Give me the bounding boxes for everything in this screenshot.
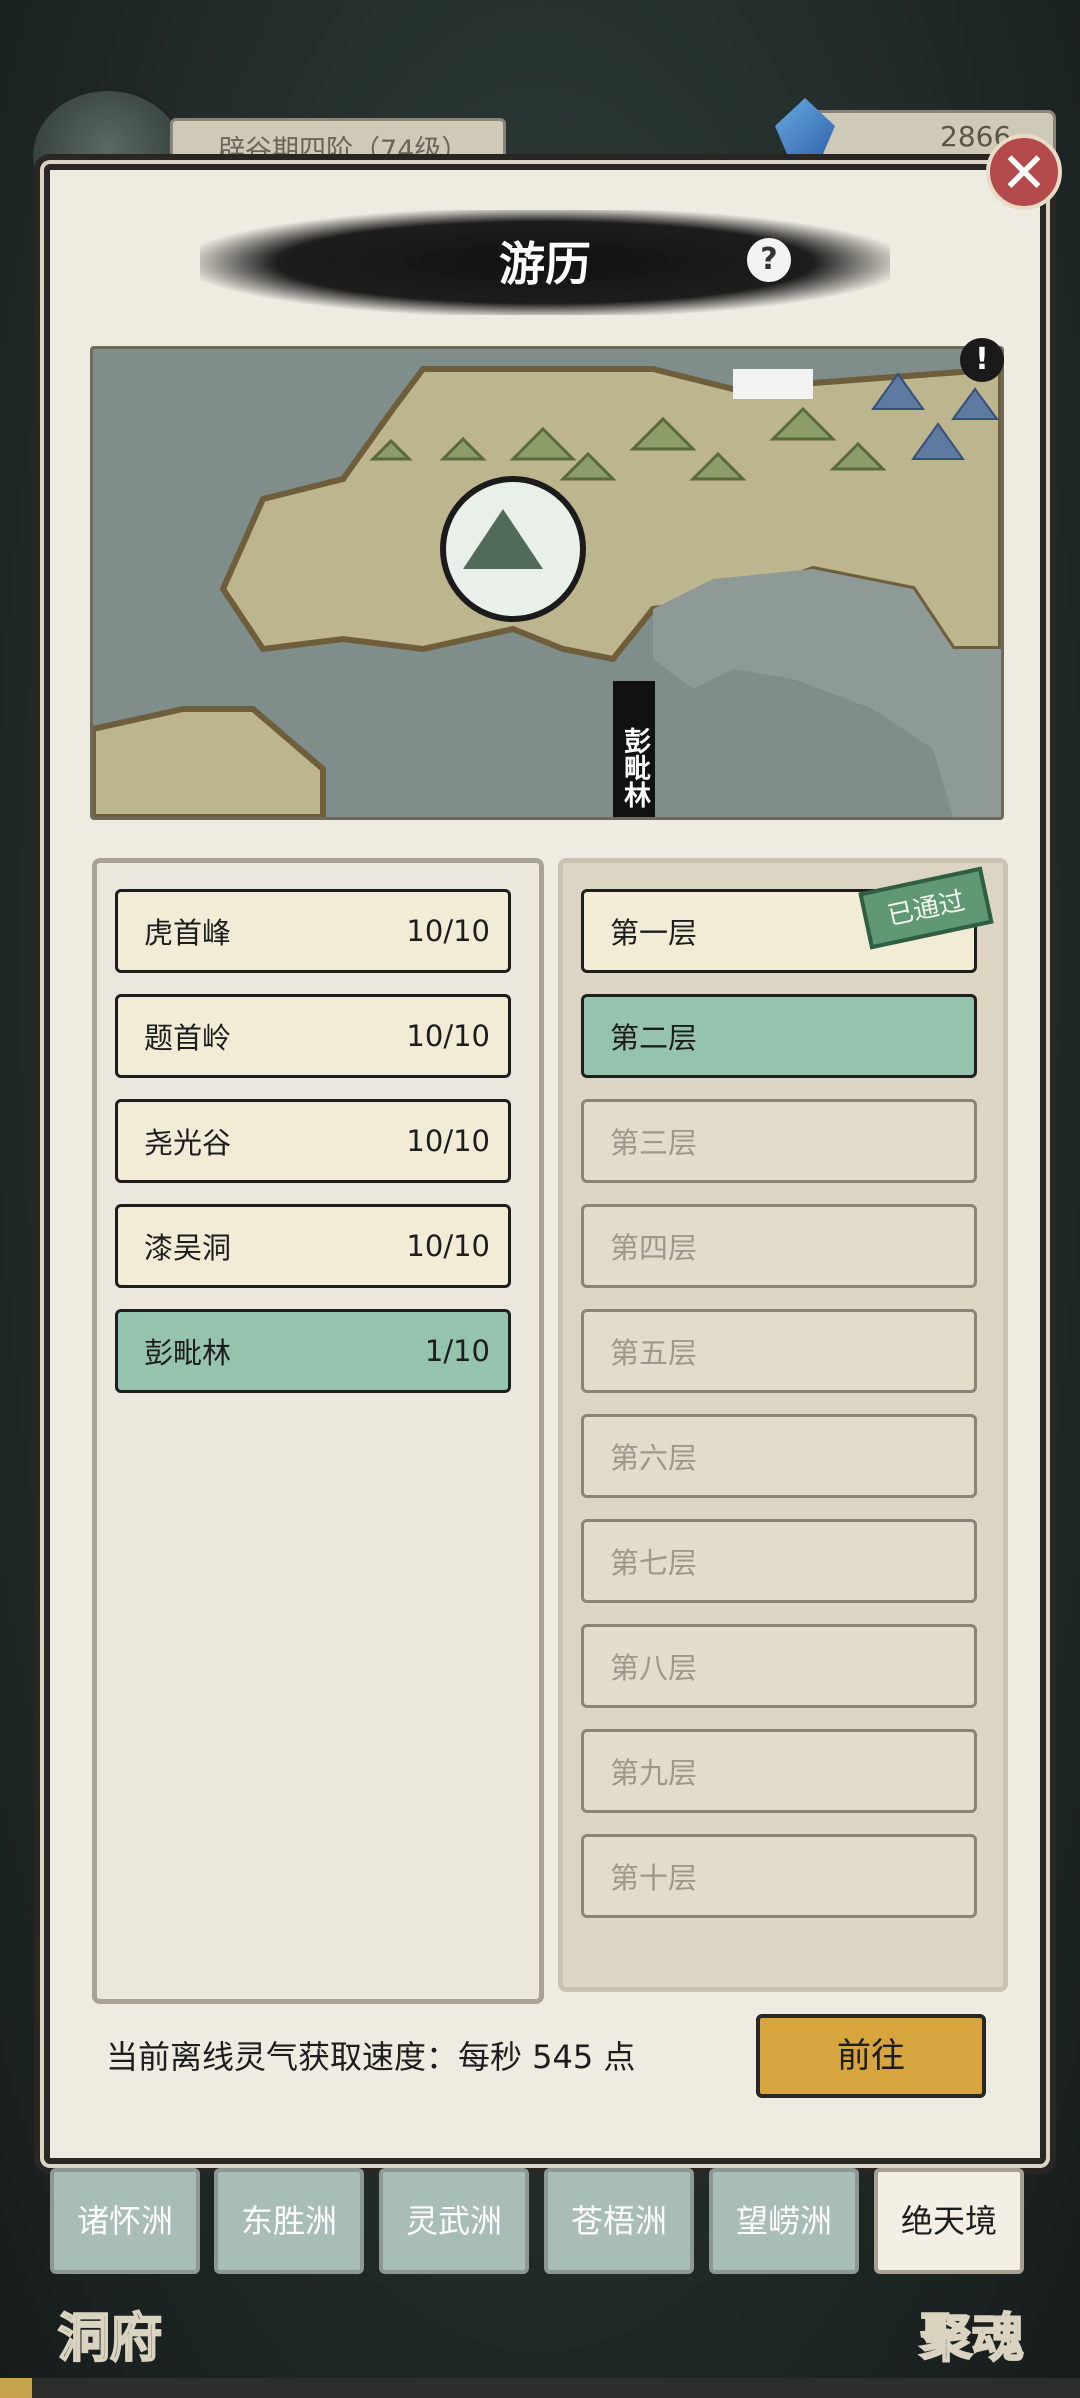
floor-label: 第四层 [610,1231,698,1265]
tab-continent[interactable]: 东胜洲 [214,2168,364,2274]
area-name: 虎首峰 [144,916,232,950]
floor-label: 第九层 [610,1756,698,1790]
map-alert-icon[interactable]: ! [960,338,1004,382]
tab-continent[interactable]: 望崂洲 [709,2168,859,2274]
area-name: 题首岭 [144,1021,232,1055]
floor-label: 第二层 [610,1021,698,1055]
area-name: 尧光谷 [144,1126,232,1160]
realm-label: 辟谷期四阶（74级） [218,135,469,166]
gather-soul-label: 聚魂 [919,2308,1025,2370]
tab-continent[interactable]: 诸怀洲 [50,2168,200,2274]
tab-continent[interactable]: 灵武洲 [379,2168,529,2274]
close-icon[interactable]: ✕ [986,134,1062,210]
floor-item-locked[interactable]: 第七层 [581,1519,977,1603]
area-progress: 10/10 [406,1124,490,1158]
go-button[interactable]: 前往 [756,2014,986,2098]
map-location-label[interactable]: 彭毗林 [613,681,655,817]
help-icon[interactable]: ? [747,238,791,282]
area-item-selected[interactable]: 彭毗林 1/10 [115,1309,511,1393]
floor-item-locked[interactable]: 第六层 [581,1414,977,1498]
floor-label: 第七层 [610,1546,698,1580]
offline-rate-text: 当前离线灵气获取速度：每秒 545 点 [106,2038,636,2076]
area-item[interactable]: 尧光谷 10/10 [115,1099,511,1183]
floor-label: 第六层 [610,1441,698,1475]
floor-item-locked[interactable]: 第八层 [581,1624,977,1708]
floor-item-locked[interactable]: 第十层 [581,1834,977,1918]
floor-label: 第八层 [610,1651,698,1685]
area-item[interactable]: 漆吴洞 10/10 [115,1204,511,1288]
area-progress: 10/10 [406,1019,490,1053]
floor-label: 第十层 [610,1861,698,1895]
floor-item-locked[interactable]: 第四层 [581,1204,977,1288]
floor-item-locked[interactable]: 第九层 [581,1729,977,1813]
floor-list-panel: 第一层 已通过 第二层 第三层 第四层 第五层 第六层 第七层 第八层 第九层 … [558,858,1008,1992]
tab-continent-active[interactable]: 绝天境 [874,2168,1024,2274]
area-progress: 10/10 [406,1229,490,1263]
travel-dialog: 游历 ? 彭毗林 ! 虎首峰 10/10 题首岭 10/10 尧光谷 10/10… [44,164,1046,2164]
area-item[interactable]: 题首岭 10/10 [115,994,511,1078]
experience-fill [0,2378,33,2398]
world-map[interactable]: 彭毗林 [90,346,1004,820]
floor-item-selected[interactable]: 第二层 [581,994,977,1078]
area-progress: 1/10 [424,1334,490,1368]
area-list-panel: 虎首峰 10/10 题首岭 10/10 尧光谷 10/10 漆吴洞 10/10 … [92,858,544,2004]
floor-label: 第三层 [610,1126,698,1160]
area-name: 漆吴洞 [144,1231,232,1265]
floor-label: 第一层 [610,916,698,950]
experience-bar [0,2378,1080,2398]
floor-label: 第五层 [610,1336,698,1370]
floor-item-locked[interactable]: 第三层 [581,1099,977,1183]
floor-item-locked[interactable]: 第五层 [581,1309,977,1393]
cave-dwelling-label: 洞府 [57,2308,163,2370]
map-illustration [93,349,1001,817]
continent-tabs: 诸怀洲 东胜洲 灵武洲 苍梧洲 望崂洲 绝天境 [50,2168,1030,2278]
area-name: 彭毗林 [144,1336,232,1370]
area-progress: 10/10 [406,914,490,948]
dialog-title: 游历 [499,237,591,291]
area-item[interactable]: 虎首峰 10/10 [115,889,511,973]
tab-continent[interactable]: 苍梧洲 [544,2168,694,2274]
